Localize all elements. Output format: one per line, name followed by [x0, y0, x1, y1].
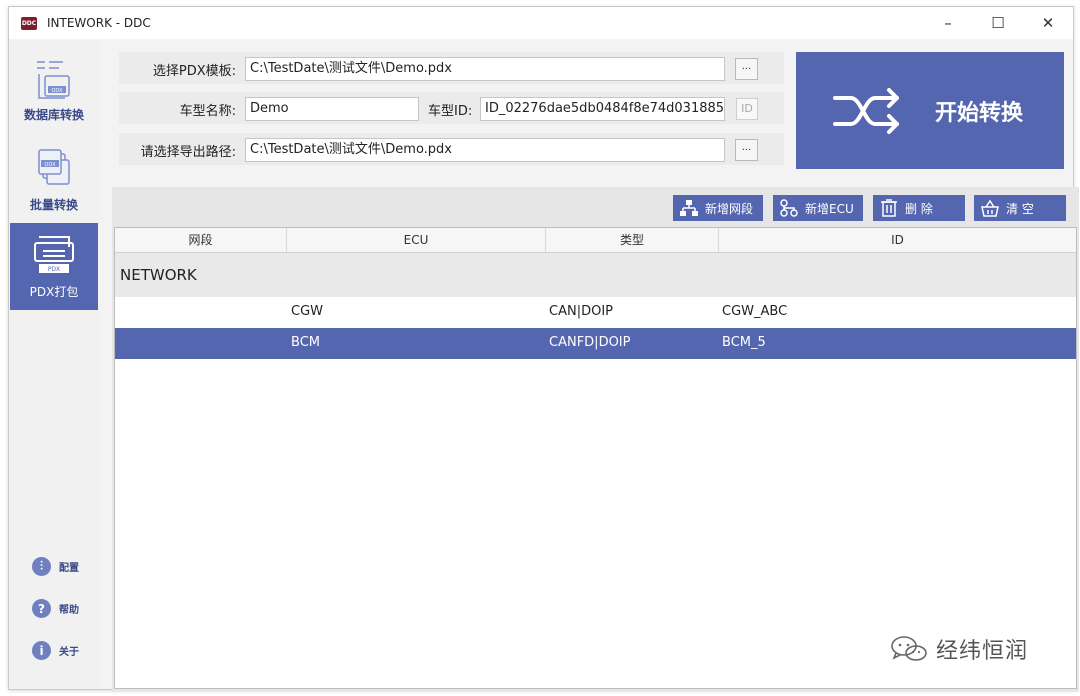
clear-basket-icon [981, 199, 999, 217]
table-row[interactable]: CGW CAN|DOIP CGW_ABC [115, 297, 1076, 328]
sidebar-item-batch-convert[interactable]: ODX 批量转换 [10, 146, 98, 224]
delete-button[interactable]: 删 除 [873, 195, 965, 221]
add-segment-button[interactable]: 新增网段 [673, 195, 763, 221]
ecu-table-panel: 新增网段 新增ECU 删 除 清 空 网段 ECU 类型 ID NETWORK … [112, 187, 1079, 692]
cell-type: CAN|DOIP [549, 304, 613, 319]
start-convert-button[interactable]: 开始转换 [796, 52, 1064, 169]
watermark: 经纬恒润 [890, 633, 1028, 665]
model-name-field[interactable]: Demo [245, 97, 419, 121]
window-title: INTEWORK - DDC [47, 16, 151, 30]
database-convert-icon-text: ODX [51, 88, 63, 94]
export-path-field[interactable]: C:\TestDate\测试文件\Demo.pdx [245, 138, 725, 162]
wechat-icon [891, 636, 927, 661]
add-segment-label: 新增网段 [705, 201, 754, 216]
model-id-label: 车型ID: [428, 104, 473, 119]
clear-label: 清 空 [1006, 201, 1034, 216]
app-window: DDC INTEWORK - DDC – ☐ ✕ ODX 数据库转换 ODX 批… [8, 6, 1079, 692]
template-browse-button[interactable]: ... [735, 58, 758, 80]
sidebar-item-label: 帮助 [59, 605, 79, 616]
group-label: NETWORK [120, 266, 197, 284]
help-icon: ? [32, 599, 51, 618]
batch-convert-icon: ODX [38, 149, 70, 185]
minimize-button[interactable]: – [923, 7, 973, 39]
group-row-network[interactable]: NETWORK [115, 253, 1076, 297]
sidebar-item-label: PDX打包 [29, 285, 79, 299]
sidebar-item-label: 关于 [59, 647, 79, 658]
template-row: 选择PDX模板: C:\TestDate\测试文件\Demo.pdx ... [119, 52, 784, 84]
clear-button[interactable]: 清 空 [974, 195, 1066, 221]
network-icon [680, 200, 698, 216]
shuffle-icon [833, 87, 899, 134]
batch-convert-icon-text: ODX [44, 162, 56, 168]
ecu-tree-icon [780, 199, 798, 217]
sidebar-item-about[interactable]: i 关于 [32, 641, 79, 660]
watermark-label: 经纬恒润 [936, 639, 1029, 664]
sidebar-item-label: 数据库转换 [23, 108, 84, 122]
info-icon: i [32, 641, 51, 660]
trash-icon [881, 199, 897, 217]
start-convert-label: 开始转换 [935, 100, 1024, 126]
settings-icon: ⫶ [32, 557, 51, 576]
maximize-button[interactable]: ☐ [973, 7, 1023, 39]
delete-label: 删 除 [905, 201, 933, 216]
window-controls: – ☐ ✕ [923, 7, 1073, 39]
sidebar-item-settings[interactable]: ⫶ 配置 [32, 557, 79, 576]
add-ecu-button[interactable]: 新增ECU [773, 195, 863, 221]
column-header-type[interactable]: 类型 [546, 228, 719, 253]
ecu-grid: 网段 ECU 类型 ID NETWORK CGW CAN|DOIP CGW_AB… [114, 227, 1077, 689]
add-ecu-label: 新增ECU [805, 201, 854, 216]
template-label: 选择PDX模板: [152, 64, 236, 79]
cell-ecu: CGW [291, 304, 324, 319]
column-header-ecu[interactable]: ECU [287, 228, 546, 253]
pdx-package-icon-text: PDX [48, 266, 60, 273]
sidebar-item-database-convert[interactable]: ODX 数据库转换 [10, 56, 98, 138]
column-header-segment[interactable]: 网段 [115, 228, 287, 253]
database-convert-icon: ODX [37, 61, 70, 99]
app-logo-icon: DDC [21, 16, 37, 30]
grid-header: 网段 ECU 类型 ID [115, 228, 1076, 253]
template-path-field[interactable]: C:\TestDate\测试文件\Demo.pdx [245, 57, 725, 81]
sidebar-item-label: 配置 [59, 563, 79, 574]
sidebar: ODX 数据库转换 ODX 批量转换 PDX PDX打包 ⫶ 配置 ? 帮助 i… [10, 40, 98, 689]
generate-id-button[interactable]: ID [736, 98, 758, 120]
sidebar-item-help[interactable]: ? 帮助 [32, 599, 79, 618]
form-panel: 选择PDX模板: C:\TestDate\测试文件\Demo.pdx ... 车… [119, 52, 784, 170]
export-browse-button[interactable]: ... [735, 139, 758, 161]
close-button[interactable]: ✕ [1023, 7, 1073, 39]
cell-ecu: BCM [291, 335, 320, 350]
cell-type: CANFD|DOIP [549, 335, 631, 350]
export-path-label: 请选择导出路径: [140, 145, 236, 160]
model-id-field[interactable]: ID_02276dae5db0484f8e74d0318856b [480, 97, 725, 121]
sidebar-item-pdx-package[interactable]: PDX PDX打包 [10, 223, 98, 310]
cell-id: BCM_5 [722, 335, 766, 350]
pdx-package-icon: PDX [34, 236, 74, 273]
export-row: 请选择导出路径: C:\TestDate\测试文件\Demo.pdx ... [119, 133, 784, 165]
column-header-id[interactable]: ID [719, 228, 1076, 253]
model-name-label: 车型名称: [179, 104, 236, 119]
cell-id: CGW_ABC [722, 304, 788, 319]
table-row-selected[interactable]: BCM CANFD|DOIP BCM_5 [115, 328, 1076, 359]
title-bar: DDC INTEWORK - DDC – ☐ ✕ [9, 7, 1073, 39]
sidebar-item-label: 批量转换 [29, 198, 78, 212]
model-row: 车型名称: Demo 车型ID: ID_02276dae5db0484f8e74… [119, 92, 784, 124]
